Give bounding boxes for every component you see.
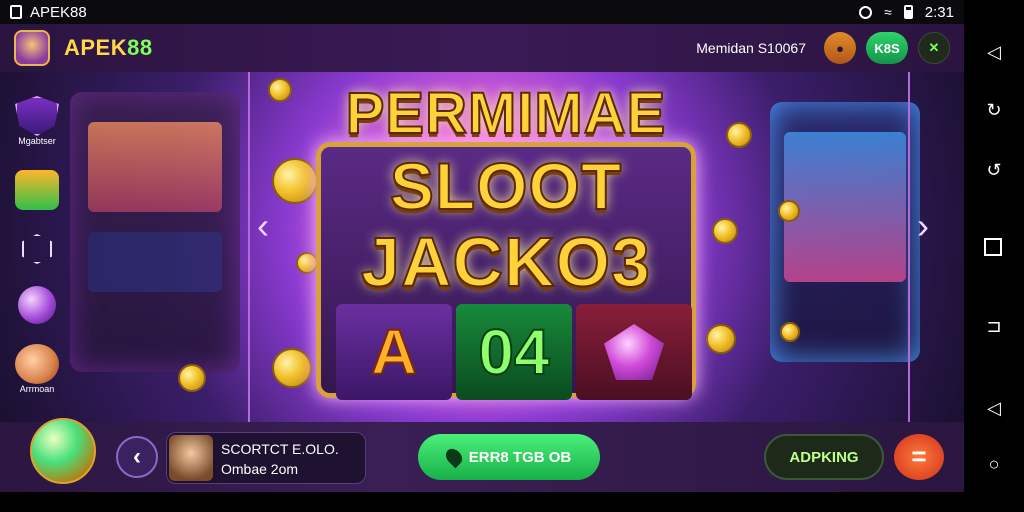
brand-title: APEK88: [64, 35, 153, 61]
location-pin-icon: [442, 445, 466, 469]
bonus-orb-icon[interactable]: [30, 418, 96, 484]
play-button[interactable]: ERR8 TGB OB: [418, 434, 600, 480]
user-card-title: SCORTCT E.OLO.: [221, 441, 339, 457]
shield-icon: [15, 96, 59, 136]
brand-main: APEK: [64, 35, 128, 60]
coin-icon: [272, 348, 312, 388]
profile-button[interactable]: ●: [824, 32, 856, 64]
nav-recents-icon[interactable]: [984, 238, 1002, 256]
logo-avatar-icon[interactable]: [14, 30, 50, 66]
banner-next-arrow-icon[interactable]: ›: [912, 204, 934, 248]
background-slot-machine-left: [70, 92, 240, 372]
helmet-icon: ●: [836, 40, 844, 56]
banner-prev-arrow-icon[interactable]: ‹: [252, 204, 274, 248]
user-card-subtitle: Ombae 2om: [221, 461, 299, 477]
sidebar-item-3[interactable]: [10, 234, 64, 264]
coin-icon: [780, 322, 800, 342]
chevron-left-icon: ‹: [133, 443, 141, 470]
battery-icon: [903, 5, 913, 19]
coin-icon: [706, 324, 736, 354]
menu-icon: =: [911, 441, 927, 471]
app-header: APEK88 Memidan S10067 ● K8S ✕: [0, 24, 964, 72]
nav-back-icon[interactable]: ◁: [984, 42, 1004, 62]
status-app-name: APEK88: [30, 3, 87, 21]
sidebar-item-label: Mgabtser: [18, 136, 56, 146]
banner-title-line1: PERMIMAE: [345, 80, 667, 147]
wifi-icon: ≈: [884, 4, 892, 20]
bottom-bar: ‹ SCORTCT E.OLO. Ombae 2om ERR8 TGB OB A…: [0, 418, 964, 492]
main-banner-area: ‹ › PERMIMAE SLOOT JACKO3 A 04: [0, 72, 964, 422]
coin-icon: [178, 364, 206, 392]
nav-rotate-icon[interactable]: ↺: [984, 160, 1004, 180]
coin-icon: [726, 122, 752, 148]
sidebar-item-2[interactable]: [10, 170, 64, 210]
sidebar-item-label: Arrmoan: [19, 384, 55, 394]
action-button-label: ADPKING: [789, 448, 859, 466]
system-nav-bar: ◁ ↻ ↺ ⊐ ◁ ○: [964, 0, 1024, 512]
hand-icon: [15, 344, 59, 384]
alarm-icon: [859, 5, 873, 19]
brand-number: 88: [127, 35, 153, 60]
hexagon-icon: [22, 234, 52, 264]
banner-title-line2: SLOOT: [389, 148, 623, 224]
notification-icon: [10, 5, 22, 19]
background-screen: [88, 122, 222, 212]
close-icon: ✕: [928, 40, 940, 55]
nav-previous-icon[interactable]: ◁: [984, 398, 1004, 418]
nav-home-icon[interactable]: ○: [984, 454, 1004, 474]
reel-symbol-a: A: [336, 304, 452, 400]
avatar: [169, 435, 213, 481]
sidebar-item-5[interactable]: Arrmoan: [10, 344, 64, 394]
coin-icon: [778, 200, 800, 222]
background-screen-lower: [88, 232, 222, 292]
user-card[interactable]: SCORTCT E.OLO. Ombae 2om: [166, 432, 366, 484]
account-button-label: K8S: [874, 40, 900, 56]
menu-button[interactable]: =: [894, 434, 944, 480]
play-button-label: ERR8 TGB OB: [468, 448, 572, 466]
account-button[interactable]: K8S: [866, 32, 908, 64]
status-time: 2:31: [924, 3, 954, 21]
reel-symbol-b: 04: [456, 304, 572, 400]
sidebar-item-1[interactable]: Mgabtser: [10, 96, 64, 146]
sidebar-item-4[interactable]: [10, 286, 64, 324]
banner-title-line3: JACKO3: [360, 222, 651, 302]
dice-icon: [15, 170, 59, 210]
close-button[interactable]: ✕: [918, 32, 950, 64]
nav-bracket-icon[interactable]: ⊐: [984, 316, 1004, 336]
coin-icon: [268, 78, 292, 102]
back-button[interactable]: ‹: [116, 436, 158, 478]
user-id-label: Memidan S10067: [696, 40, 806, 56]
status-bar: APEK88 ≈ 2:31: [0, 0, 964, 24]
reel-symbol-gem: [576, 304, 692, 400]
gem-icon: [604, 324, 664, 380]
action-button[interactable]: ADPKING: [764, 434, 884, 480]
orb-icon: [18, 286, 56, 324]
nav-refresh-icon[interactable]: ↻: [984, 100, 1004, 120]
